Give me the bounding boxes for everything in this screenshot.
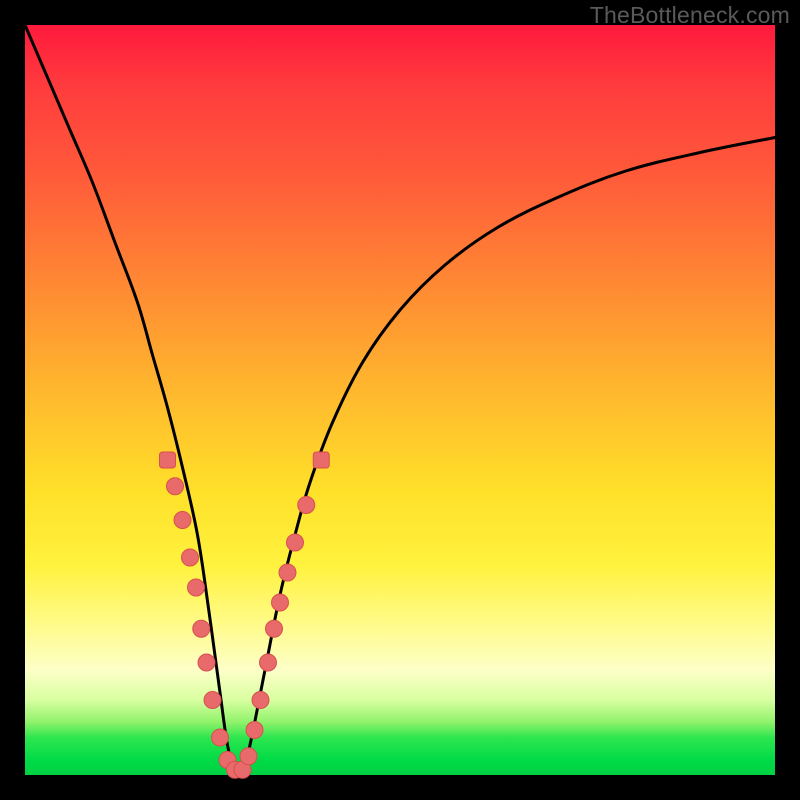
curve-marker <box>260 654 277 671</box>
curve-marker <box>204 692 221 709</box>
curve-marker <box>313 452 329 468</box>
curve-marker <box>160 452 176 468</box>
curve-marker <box>272 594 289 611</box>
curve-marker <box>240 748 257 765</box>
curve-marker <box>198 654 215 671</box>
curve-marker <box>193 620 210 637</box>
chart-frame: TheBottleneck.com <box>0 0 800 800</box>
curve-marker <box>174 512 191 529</box>
curve-path <box>25 25 775 775</box>
curve-marker <box>266 620 283 637</box>
curve-marker <box>182 549 199 566</box>
curve-markers <box>160 452 330 778</box>
bottleneck-curve <box>25 25 775 775</box>
curve-marker <box>279 564 296 581</box>
curve-marker <box>188 579 205 596</box>
curve-marker <box>287 534 304 551</box>
curve-marker <box>212 729 229 746</box>
curve-marker <box>298 497 315 514</box>
curve-marker <box>167 478 184 495</box>
curve-marker <box>246 722 263 739</box>
curve-marker <box>252 692 269 709</box>
chart-overlay <box>25 25 775 775</box>
